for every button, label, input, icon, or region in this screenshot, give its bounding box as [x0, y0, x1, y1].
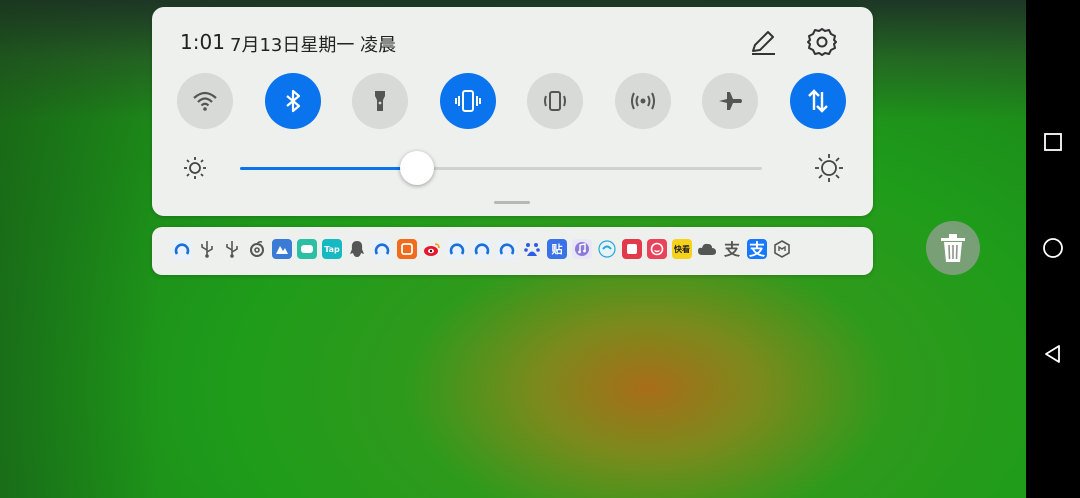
square-icon	[1044, 133, 1062, 151]
taptap-icon: Tap	[322, 239, 342, 259]
edit-button[interactable]	[746, 25, 780, 59]
hotspot-icon	[631, 92, 655, 110]
alipay-icon: 支	[747, 239, 767, 259]
recents-button[interactable]	[1037, 126, 1069, 158]
qq-icon	[347, 239, 367, 259]
trash-icon	[941, 234, 965, 262]
clock: 1:01	[180, 30, 225, 54]
weibo-icon	[422, 239, 442, 259]
airplane-toggle[interactable]	[702, 73, 758, 129]
wallpaper-left-shade	[0, 0, 160, 498]
app-red-face-icon	[647, 239, 667, 259]
cloud-icon	[697, 239, 717, 259]
clear-notifications-button[interactable]	[926, 221, 980, 275]
music-icon	[572, 239, 592, 259]
circle-icon	[1043, 238, 1063, 258]
bluetooth-icon	[286, 89, 301, 113]
panel-drag-handle[interactable]	[494, 201, 530, 204]
app-blue-triangle-icon	[272, 239, 292, 259]
navigation-bar	[1026, 0, 1080, 498]
notification-icons: Tap 贴 快看 支支	[172, 239, 792, 259]
kuaikan-icon: 快看	[672, 239, 692, 259]
mobile-data-icon	[808, 89, 828, 113]
rotate-icon	[544, 91, 566, 111]
usb-icon	[222, 239, 242, 259]
pencil-icon	[752, 31, 775, 55]
notification-icon-label: 贴	[551, 243, 563, 256]
brightness-fill	[240, 167, 418, 170]
baidu-icon	[522, 239, 542, 259]
app-hexagon-icon	[772, 239, 792, 259]
vibrate-icon	[455, 90, 481, 112]
flashlight-toggle[interactable]	[352, 73, 408, 129]
gear-icon	[807, 28, 837, 56]
notification-icon-label: 快看	[674, 244, 690, 254]
app-round-icon	[597, 239, 617, 259]
app-arc-icon	[172, 239, 192, 259]
wifi-toggle[interactable]	[177, 73, 233, 129]
notification-icon-strip[interactable]: Tap 贴 快看 支支	[152, 227, 873, 275]
quick-settings-panel: 1:01 7月13日星期一 凌晨	[152, 7, 873, 216]
brightness-thumb[interactable]	[400, 151, 435, 185]
app-green-badge-icon	[297, 239, 317, 259]
hotspot-toggle[interactable]	[615, 73, 671, 129]
auto-rotate-toggle[interactable]	[527, 73, 583, 129]
brightness-auto-icon[interactable]	[814, 153, 844, 183]
svg-text:支: 支	[723, 240, 741, 258]
taobao-icon	[397, 239, 417, 259]
notification-icon-label: Tap	[324, 244, 340, 254]
tieba-icon: 贴	[547, 239, 567, 259]
netease-music-icon	[247, 239, 267, 259]
triangle-back-icon	[1045, 345, 1060, 363]
airplane-icon	[719, 92, 742, 110]
settings-button[interactable]	[805, 25, 839, 59]
mobile-data-toggle[interactable]	[790, 73, 846, 129]
app-red-square-icon	[622, 239, 642, 259]
brightness-slider[interactable]	[240, 151, 762, 185]
app-arc-icon	[497, 239, 517, 259]
app-arc-icon	[372, 239, 392, 259]
brightness-row	[180, 151, 850, 185]
app-arc-icon	[472, 239, 492, 259]
svg-text:支: 支	[748, 240, 766, 258]
vibrate-toggle[interactable]	[440, 73, 496, 129]
home-button[interactable]	[1037, 232, 1069, 264]
wifi-icon	[193, 91, 217, 111]
usb-icon	[197, 239, 217, 259]
back-button[interactable]	[1037, 338, 1069, 370]
date-text: 7月13日星期一 凌晨	[230, 35, 397, 56]
bluetooth-toggle[interactable]	[265, 73, 321, 129]
flashlight-icon	[375, 91, 385, 111]
brightness-low-icon	[180, 153, 210, 183]
app-arc-icon	[447, 239, 467, 259]
alipay-outline-icon: 支	[722, 239, 742, 259]
